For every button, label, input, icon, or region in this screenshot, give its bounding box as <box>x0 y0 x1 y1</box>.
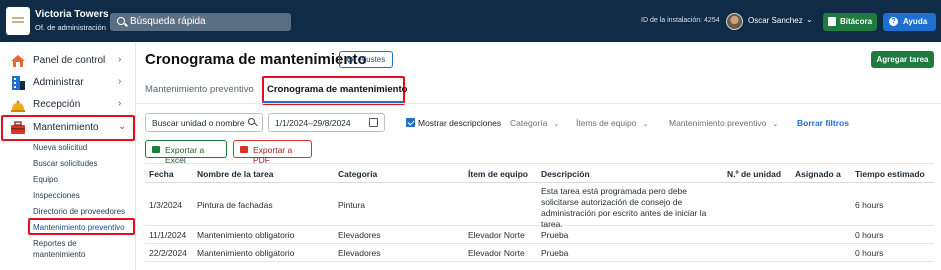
building-icon <box>12 76 25 90</box>
avatar[interactable] <box>726 13 743 30</box>
tab-mantenimiento-preventivo[interactable]: Mantenimiento preventivo <box>145 84 254 95</box>
cell-tiempo: 0 hours <box>855 248 884 258</box>
column-header-numero-unidad[interactable]: N.º de unidad <box>727 169 781 179</box>
ajustes-button[interactable]: ⚙ Ajustes <box>339 51 393 68</box>
cell-nombre: Pintura de fachadas <box>197 200 273 210</box>
bell-icon <box>11 100 25 112</box>
equipment-filter-dropdown[interactable]: Ítems de equipo ⌄ <box>576 118 648 128</box>
table-header: Fecha Nombre de la tarea Categoría Ítem … <box>145 163 934 183</box>
user-menu[interactable]: Oscar Sanchez <box>748 16 803 25</box>
sidebar-item-administrar[interactable]: Administrar › <box>0 72 136 94</box>
excel-icon <box>152 146 160 153</box>
sidebar-subitem-mantenimiento-preventivo[interactable]: Mantenimiento preventivo <box>33 223 125 232</box>
chevron-down-icon: ⌄ <box>642 121 649 128</box>
org-name[interactable]: Victoria Towers <box>35 9 109 20</box>
export-pdf-button[interactable]: Exportar a PDF <box>233 140 312 165</box>
sidebar: Panel de control › Administrar › Recepci… <box>0 42 136 270</box>
cell-descripcion: Esta tarea está programada pero debe sol… <box>541 186 707 229</box>
sidebar-subitem-buscar-solicitudes[interactable]: Buscar solicitudes <box>33 159 97 168</box>
column-header-descripcion[interactable]: Descripción <box>541 169 590 179</box>
search-placeholder: Búsqueda rápida <box>130 16 206 27</box>
cell-tiempo: 6 hours <box>855 200 884 210</box>
cell-item-equipo: Elevador Norte <box>468 248 525 258</box>
installation-id: ID de la instalación: 4254 <box>641 17 720 24</box>
cell-descripcion: Prueba <box>541 230 569 240</box>
gear-icon: ⚙ <box>346 55 355 65</box>
column-header-tiempo[interactable]: Tiempo estimado <box>855 169 925 179</box>
toolbox-icon <box>11 121 25 134</box>
show-descriptions-label[interactable]: Mostrar descripciones <box>418 118 501 128</box>
dashboard-icon <box>11 55 25 67</box>
cell-categoria: Elevadores <box>338 248 381 258</box>
date-range-input[interactable]: 1/1/2024–29/8/2024 <box>268 113 385 132</box>
sidebar-item-recepcion[interactable]: Recepción › <box>0 94 136 116</box>
chevron-right-icon: › <box>118 76 122 87</box>
cell-nombre: Mantenimiento obligatorio <box>197 248 295 258</box>
sidebar-subitem-nueva-solicitud[interactable]: Nueva solicitud <box>33 143 87 152</box>
cell-fecha: 11/1/2024 <box>149 230 187 240</box>
unit-search-input[interactable]: Buscar unidad o nombre <box>145 113 263 132</box>
calendar-icon[interactable] <box>369 118 378 127</box>
sidebar-subitem-reportes[interactable]: Reportes de <box>33 239 77 248</box>
type-filter-dropdown[interactable]: Mantenimiento preventivo ⌄ <box>669 118 778 128</box>
sidebar-subitem-inspecciones[interactable]: Inspecciones <box>33 191 80 200</box>
cell-fecha: 22/2/2024 <box>149 248 187 258</box>
column-header-asignado[interactable]: Asignado a <box>795 169 841 179</box>
page-title: Cronograma de mantenimiento <box>145 51 367 68</box>
search-icon <box>117 17 125 25</box>
help-icon: ? <box>889 17 898 26</box>
category-filter-dropdown[interactable]: Categoría ⌄ <box>510 118 559 128</box>
cell-categoria: Pintura <box>338 200 365 210</box>
chevron-right-icon: › <box>118 98 122 109</box>
cell-fecha: 1/3/2024 <box>149 200 183 210</box>
org-subtitle: Of. de administración <box>35 23 106 32</box>
help-button[interactable]: ? Ayuda <box>883 13 936 31</box>
add-task-button[interactable]: Agregar tarea <box>871 51 934 68</box>
cell-nombre: Mantenimiento obligatorio <box>197 230 295 240</box>
logbook-icon <box>828 17 836 26</box>
org-logo[interactable] <box>6 7 30 35</box>
sidebar-item-mantenimiento[interactable]: Mantenimiento ⌄ <box>0 117 136 139</box>
column-header-categoria[interactable]: Categoría <box>338 169 377 179</box>
bitacora-button[interactable]: Bitácora <box>823 13 877 31</box>
quick-search-input[interactable]: Búsqueda rápida <box>110 13 291 31</box>
table-row[interactable]: 22/2/2024 Mantenimiento obligatorio Elev… <box>145 244 934 262</box>
sidebar-subitem-reportes-line2[interactable]: mantenimiento <box>33 250 85 259</box>
clear-filters-link[interactable]: Borrar filtros <box>797 118 849 128</box>
top-bar: Victoria Towers Of. de administración Bú… <box>0 0 941 42</box>
search-icon <box>248 118 255 125</box>
column-header-item-equipo[interactable]: Ítem de equipo <box>468 169 528 179</box>
show-descriptions-checkbox[interactable] <box>406 118 415 127</box>
sidebar-subitem-equipo[interactable]: Equipo <box>33 175 58 184</box>
tab-cronograma[interactable]: Cronograma de mantenimiento <box>267 84 407 95</box>
cell-descripcion: Prueba <box>541 248 569 258</box>
tabs-divider <box>136 103 941 104</box>
chevron-down-icon[interactable]: ⌄ <box>806 15 813 24</box>
column-header-nombre[interactable]: Nombre de la tarea <box>197 169 274 179</box>
column-header-fecha[interactable]: Fecha <box>149 169 174 179</box>
table-row[interactable]: 1/3/2024 Pintura de fachadas Pintura Est… <box>145 183 934 229</box>
cell-tiempo: 0 hours <box>855 230 884 240</box>
sidebar-item-dashboard[interactable]: Panel de control › <box>0 50 136 72</box>
chevron-down-icon: ⌄ <box>772 121 779 128</box>
chevron-down-icon: ⌄ <box>553 121 560 128</box>
export-excel-button[interactable]: Exportar a Excel <box>145 140 227 165</box>
cell-item-equipo: Elevador Norte <box>468 230 525 240</box>
chevron-down-icon: ⌄ <box>118 121 127 132</box>
cell-categoria: Elevadores <box>338 230 381 240</box>
pdf-icon <box>240 146 248 153</box>
chevron-right-icon: › <box>118 54 122 65</box>
sidebar-subitem-directorio-proveedores[interactable]: Directorio de proveedores <box>33 207 125 216</box>
table-row[interactable]: 11/1/2024 Mantenimiento obligatorio Elev… <box>145 226 934 244</box>
